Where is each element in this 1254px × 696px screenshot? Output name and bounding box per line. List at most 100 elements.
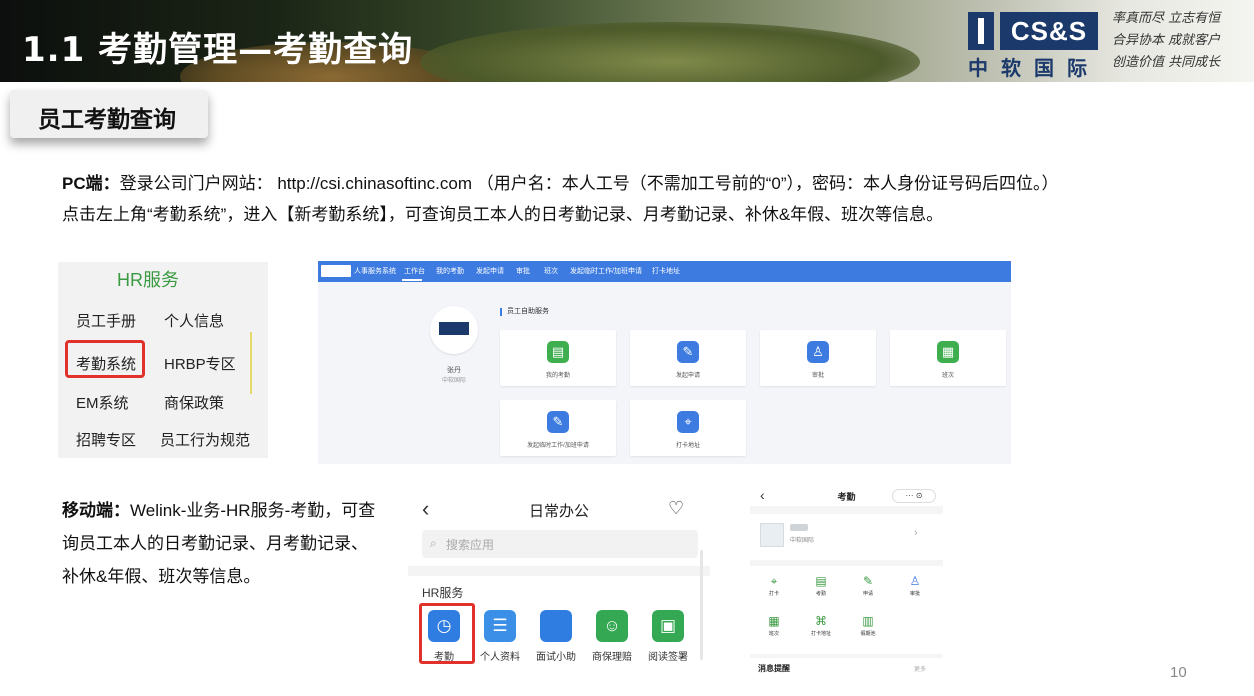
pc-nav-approve[interactable]: 审批 xyxy=(516,266,530,276)
edit-form-icon: ✎ xyxy=(862,574,874,588)
blurred-name xyxy=(790,524,808,531)
pc-instructions: PC端：登录公司门户网站： http://csi.chinasoftinc.co… xyxy=(62,168,1232,230)
app-personal-profile[interactable]: ☰ 个人资料 xyxy=(474,610,526,670)
edit-form-icon: ✎ xyxy=(547,411,569,433)
grid-item-attendance[interactable]: ▤ 考勤 xyxy=(805,574,837,606)
wallet-icon: ▣ xyxy=(652,610,684,642)
slogan: 率真而尽 立志有恒 合异协本 成就客户 创造价值 共同成长 xyxy=(1112,8,1242,74)
pc-line-1-text: 登录公司门户网站： http://csi.chinasoftinc.com （用… xyxy=(119,174,1059,193)
calendar-icon: ▦ xyxy=(768,614,780,628)
highlight-box xyxy=(65,340,145,378)
highlight-box xyxy=(419,603,475,664)
menu-item-em-system[interactable]: EM系统 xyxy=(76,392,129,413)
mob1-group-title: HR服务 xyxy=(422,586,464,600)
favorite-icon[interactable]: ♡ xyxy=(668,498,684,519)
pc-card-approve[interactable]: ♙ 审批 xyxy=(760,330,876,386)
app-label: 商保理赔 xyxy=(592,652,632,663)
pc-nav-overtime[interactable]: 发起临时工作/加班申请 xyxy=(570,266,642,276)
hr-service-menu: HR服务 员工手册 个人信息 考勤系统 HRBP专区 EM系统 商保政策 招聘专… xyxy=(58,262,268,458)
mob2-org: 中软国际 xyxy=(790,538,815,544)
search-placeholder: 搜索应用 xyxy=(446,538,495,552)
logo-mark-icon xyxy=(968,12,994,50)
mob2-function-grid: ⌖ 打卡 ▤ 考勤 ✎ 申请 ♙ 审批 ▦ 班次 ⌘ 打卡地址 ▥ 假期池 xyxy=(750,566,943,654)
menu-item-code-of-conduct[interactable]: 员工行为规范 xyxy=(160,429,250,450)
map-icon: ⌘ xyxy=(815,614,827,628)
app-label: 个人资料 xyxy=(480,652,520,663)
more-close-capsule[interactable]: ··· ⊙ xyxy=(892,489,936,503)
app-insurance-claim[interactable]: ☺ 商保理赔 xyxy=(586,610,638,670)
mob2-topbar: ‹ 考勤 ··· ⊙ xyxy=(750,486,943,506)
pc-line-2: 点击左上角“考勤系统”，进入【新考勤系统】，可查询员工本人的日考勤记录、月考勤记… xyxy=(62,205,944,224)
pc-user-org: 中软国际 xyxy=(441,378,466,384)
search-input[interactable]: ⌕ 搜索应用 xyxy=(422,530,698,558)
page-number: 10 xyxy=(1170,664,1187,681)
pc-nav-shift[interactable]: 班次 xyxy=(544,266,558,276)
stamp-icon: ♙ xyxy=(807,341,829,363)
logo-latin: CS&S xyxy=(1000,12,1098,50)
profile-card-icon: ☰ xyxy=(484,610,516,642)
pc-nav-apply[interactable]: 发起申请 xyxy=(476,266,504,276)
grid-item-clock-address[interactable]: ⌘ 打卡地址 xyxy=(805,614,837,646)
leave-pool-icon: ▥ xyxy=(862,614,874,628)
header-banner: 1.1 考勤管理—考勤查询 CS&S 中软国际 率真而尽 立志有恒 合异协本 成… xyxy=(0,0,1254,82)
slogan-line: 创造价值 共同成长 xyxy=(1112,55,1221,70)
edit-form-icon: ✎ xyxy=(677,341,699,363)
section-tag: 员工考勤查询 xyxy=(10,90,208,138)
section-tag-label: 员工考勤查询 xyxy=(38,107,176,133)
grid-item-shift[interactable]: ▦ 班次 xyxy=(758,614,790,646)
menu-item-hrbp[interactable]: HRBP专区 xyxy=(164,353,236,374)
pc-card-label: 发起临时工作/加班申请 xyxy=(527,443,589,449)
pc-card-overtime[interactable]: ✎ 发起临时工作/加班申请 xyxy=(500,400,616,456)
menu-item-employee-handbook[interactable]: 员工手册 xyxy=(76,310,136,331)
pc-card-clock-address[interactable]: ⌖ 打卡地址 xyxy=(630,400,746,456)
pc-card-label: 发起申请 xyxy=(675,373,700,379)
page-title: 1.1 考勤管理—考勤查询 xyxy=(22,30,414,70)
menu-item-insurance-policy[interactable]: 商保政策 xyxy=(164,392,224,413)
grid-label: 考勤 xyxy=(815,591,826,597)
section-separator xyxy=(408,566,710,576)
pc-card-label: 打卡地址 xyxy=(675,443,700,449)
pc-nav-logo-icon xyxy=(321,265,351,277)
pc-nav-clock-address[interactable]: 打卡地址 xyxy=(652,266,680,276)
grid-item-clock-in[interactable]: ⌖ 打卡 xyxy=(758,574,790,606)
menu-item-recruitment[interactable]: 招聘专区 xyxy=(76,429,136,450)
pc-card-label: 班次 xyxy=(941,373,954,379)
hr-menu-title: HR服务 xyxy=(117,270,179,290)
mob1-title: 日常办公 xyxy=(528,503,589,520)
app-read-sign[interactable]: ▣ 阅读签署 xyxy=(642,610,694,670)
pc-nav-system-name: 人事服务系统 xyxy=(354,268,396,275)
scrollbar[interactable] xyxy=(700,550,703,660)
grid-label: 打卡地址 xyxy=(810,631,831,637)
banner-landscape-hill xyxy=(420,22,920,82)
calendar-icon: ▦ xyxy=(937,341,959,363)
grid-item-approve[interactable]: ♙ 审批 xyxy=(899,574,931,606)
grid-item-leave-pool[interactable]: ▥ 假期池 xyxy=(852,614,884,646)
messages-title: 消息提醒 xyxy=(758,664,790,673)
grid-label: 打卡 xyxy=(768,591,779,597)
mob2-profile[interactable]: 中软国际 › xyxy=(750,514,943,560)
pc-nav-active-indicator xyxy=(402,279,422,281)
app-interview-helper[interactable]: 面试小助 xyxy=(530,610,582,670)
pc-card-my-attendance[interactable]: ▤ 我的考勤 xyxy=(500,330,616,386)
chevron-right-icon: › xyxy=(914,527,918,539)
grid-item-apply[interactable]: ✎ 申请 xyxy=(852,574,884,606)
pc-system-screenshot: 人事服务系统 工作台 我的考勤 发起申请 审批 班次 发起临时工作/加班申请 打… xyxy=(318,261,1011,464)
pc-card-label: 审批 xyxy=(811,373,824,379)
search-icon: ⌕ xyxy=(430,536,437,550)
pc-nav-my-attendance[interactable]: 我的考勤 xyxy=(436,266,464,276)
company-logo: CS&S 中软国际 xyxy=(968,8,1100,80)
location-pin-icon: ⌖ xyxy=(770,574,778,588)
mobile-instructions: 移动端：Welink-业务-HR服务-考勤，可查询员工本人的日考勤记录、月考勤记… xyxy=(62,494,382,593)
logo-chinese: 中软国际 xyxy=(968,56,1100,80)
messages-more-link[interactable]: 更多 xyxy=(914,664,926,673)
grid-label: 申请 xyxy=(862,591,873,597)
slogan-line: 合异协本 成就客户 xyxy=(1112,33,1221,48)
mobile-label: 移动端： xyxy=(62,501,130,520)
pc-user-avatar xyxy=(430,306,478,354)
pc-card-apply[interactable]: ✎ 发起申请 xyxy=(630,330,746,386)
interview-icon xyxy=(540,610,572,642)
menu-item-personal-info[interactable]: 个人信息 xyxy=(164,310,224,331)
pc-nav-workbench[interactable]: 工作台 xyxy=(404,266,425,276)
pc-card-shift[interactable]: ▦ 班次 xyxy=(890,330,1006,386)
grid-label: 班次 xyxy=(768,631,779,637)
